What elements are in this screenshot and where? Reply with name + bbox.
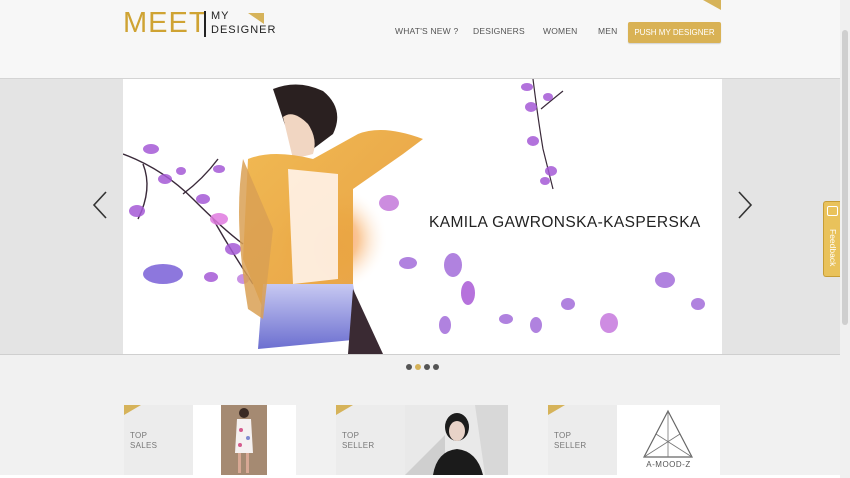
carousel-dot-2[interactable] xyxy=(415,364,421,370)
top-seller-brand-card[interactable]: TOP SELLER A-MOOD-Z xyxy=(548,405,720,475)
main-nav: WHAT'S NEW ? DESIGNERS WOMEN MEN PUSH MY… xyxy=(0,22,840,44)
top-sales-card[interactable]: TOP SALES xyxy=(124,405,296,475)
logo-my-text: MY xyxy=(211,10,230,22)
carousel-dot-4[interactable] xyxy=(433,364,439,370)
card-accent-triangle xyxy=(336,405,353,415)
portrait-image xyxy=(405,405,508,475)
card-accent-triangle xyxy=(124,405,141,415)
push-my-designer-button[interactable]: PUSH MY DESIGNER xyxy=(628,22,721,43)
nav-designers[interactable]: DESIGNERS xyxy=(473,26,525,36)
carousel-dot-3[interactable] xyxy=(424,364,430,370)
top-seller-card[interactable]: TOP SELLER xyxy=(336,405,508,475)
card-label-panel: TOP SALES xyxy=(124,405,193,475)
feedback-icon xyxy=(827,206,838,216)
card-accent-triangle xyxy=(548,405,565,415)
scrollbar-thumb[interactable] xyxy=(842,30,848,325)
card-title-line1: TOP xyxy=(342,431,360,440)
card-label-panel: TOP SELLER xyxy=(336,405,405,475)
card-title-line2: SALES xyxy=(130,441,158,450)
nav-men[interactable]: MEN xyxy=(598,26,618,36)
card-image: A-MOOD-Z xyxy=(617,405,720,475)
feedback-tab[interactable]: Feedback xyxy=(823,201,841,277)
brand-name: A-MOOD-Z xyxy=(646,460,691,469)
site-header: MEET MY DESIGNER WHAT'S NEW ? DESIGNERS … xyxy=(0,0,840,79)
blossom-branch-left xyxy=(123,153,254,285)
blossom-flowers-right xyxy=(521,83,557,185)
carousel-dot-1[interactable] xyxy=(406,364,412,370)
header-corner-accent xyxy=(703,0,721,10)
carousel-prev-icon[interactable] xyxy=(90,188,110,222)
model-figure xyxy=(239,84,423,354)
card-title-line2: SELLER xyxy=(554,441,587,450)
card-label-panel: TOP SELLER xyxy=(548,405,617,475)
carousel-next-icon[interactable] xyxy=(735,188,755,222)
card-title-line1: TOP xyxy=(554,431,572,440)
card-title-line2: SELLER xyxy=(342,441,375,450)
nav-whats-new[interactable]: WHAT'S NEW ? xyxy=(395,26,458,36)
hero-slide[interactable]: KAMILA GAWRONSKA-KASPERSKA xyxy=(123,79,722,354)
nav-women[interactable]: WOMEN xyxy=(543,26,578,36)
card-image xyxy=(193,405,296,475)
card-image xyxy=(405,405,508,475)
dress-model-image xyxy=(193,405,296,475)
feedback-label: Feedback xyxy=(828,229,838,267)
hero-designer-name[interactable]: KAMILA GAWRONSKA-KASPERSKA xyxy=(429,214,701,232)
card-title-line1: TOP xyxy=(130,431,148,440)
